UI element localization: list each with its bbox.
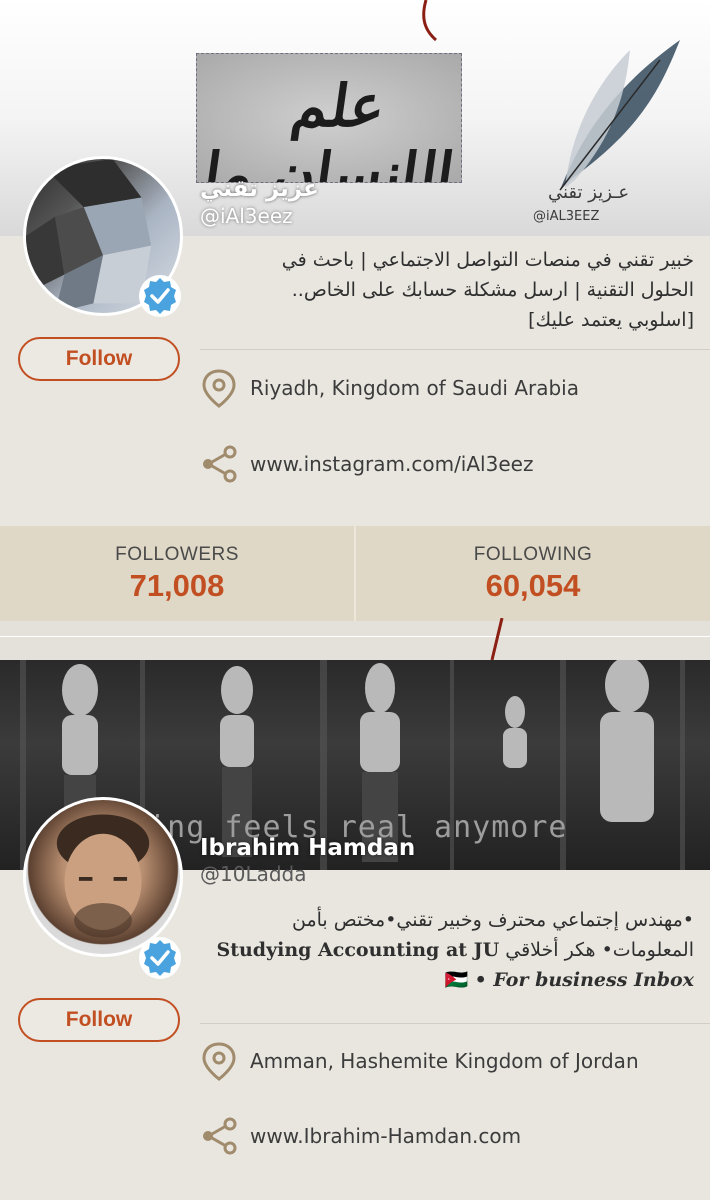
profile-bio: خبير تقني في منصات التواصل الاجتماعي | ب… [200,245,694,335]
follow-button[interactable]: Follow [18,998,180,1042]
location-pin-icon [202,1042,236,1081]
follow-button[interactable]: Follow [18,337,180,381]
followers-label: FOLLOWERS [115,544,239,565]
divider [0,636,710,637]
location-text: Amman, Hashemite Kingdom of Jordan [250,1049,639,1073]
followers-count: 71,008 [129,568,225,603]
bio-line: [اسلوبي يعتمد عليك] [528,309,694,331]
bio-english-text: Studying Accounting at JU [216,939,500,961]
website-link[interactable]: www.instagram.com/iAl3eez [250,452,533,476]
banner-watermark-handle: @iAL3EEZ [533,209,600,224]
following-label: FOLLOWING [473,544,593,565]
profile-name[interactable]: Ibrahim Hamdan [200,835,415,861]
profile-name[interactable]: عزيز تقني [200,176,319,202]
card-gap [0,621,710,660]
bio-line: خبير تقني في منصات التواصل الاجتماعي | ب… [281,249,694,271]
profile-handle[interactable]: @10Ladda [200,862,307,886]
bio-line: •مهندس إجتماعي محترف وخبير تقني•مختص بأم… [291,909,694,931]
share-link-icon [203,1117,237,1155]
calligraphy-text: علم الإنسان ما لم يعلم [199,72,459,183]
banner-decoration [422,0,438,42]
location-row: Amman, Hashemite Kingdom of Jordan [200,1041,700,1081]
bio-line: المعلومات• هكر أخلاقي Studying Accountin… [200,935,694,965]
feather-icon [559,40,680,191]
bio-business-text: • For business Inbox [474,969,694,991]
website-row[interactable]: www.instagram.com/iAl3eez [200,444,700,484]
avatar[interactable] [23,797,183,957]
bio-arabic-text: المعلومات• هكر أخلاقي [505,939,694,961]
profile-handle[interactable]: @iAl3eez [200,204,293,228]
location-pin-icon [202,369,236,408]
following-stat[interactable]: FOLLOWING 60,054 [356,526,710,621]
banner-watermark-arabic: عـزيز تقني [548,182,630,203]
banner-decoration [490,618,504,660]
divider [200,1023,710,1024]
website-link[interactable]: www.Ibrahim-Hamdan.com [250,1124,521,1148]
followers-stat[interactable]: FOLLOWERS 71,008 [0,526,354,621]
jordan-flag-icon: 🇯🇴 [444,969,469,991]
verified-badge-icon [139,275,181,317]
calligraphy-image: علم الإنسان ما لم يعلم [196,53,462,183]
stats-bar: FOLLOWERS 71,008 FOLLOWING 60,054 [0,526,710,621]
share-link-icon [203,445,237,483]
profile-bio: •مهندس إجتماعي محترف وخبير تقني•مختص بأم… [200,905,694,995]
bio-line: الحلول التقنية | ارسل مشكلة حسابك على ال… [291,279,694,301]
location-row: Riyadh, Kingdom of Saudi Arabia [200,368,700,408]
verified-badge-icon [139,937,181,979]
location-text: Riyadh, Kingdom of Saudi Arabia [250,376,579,400]
website-row[interactable]: www.Ibrahim-Hamdan.com [200,1116,700,1156]
bio-line: 🇯🇴 • For business Inbox [200,965,694,995]
divider [200,349,710,350]
following-count: 60,054 [485,568,581,603]
avatar-portrait-icon [56,814,150,938]
